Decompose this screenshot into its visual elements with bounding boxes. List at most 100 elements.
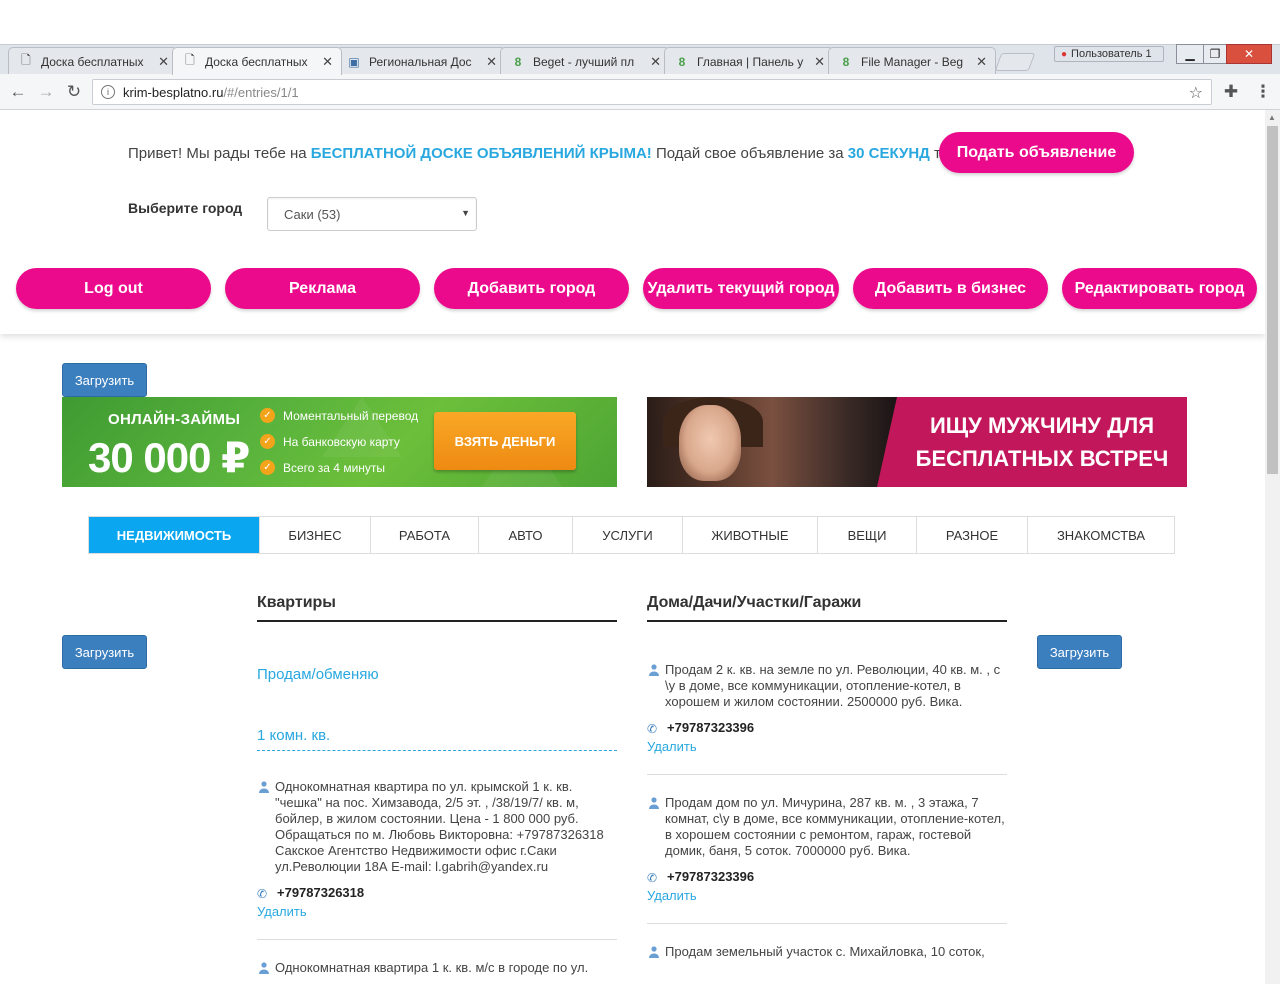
profile-name: Пользователь 1 (1071, 48, 1152, 60)
loan-banner[interactable]: ОНЛАЙН-ЗАЙМЫ 30 000 ₽ ✓ Моментальный пер… (62, 397, 617, 487)
page-icon: 🗋 (185, 53, 195, 67)
window-close-button[interactable]: ✕ (1226, 44, 1272, 64)
edit-city-button[interactable]: Редактировать город (1062, 268, 1257, 309)
loan-cta-button[interactable]: ВЗЯТЬ ДЕНЬГИ (434, 412, 576, 470)
scroll-up-icon[interactable]: ▲ (1268, 113, 1276, 122)
upload-right-button[interactable]: Загрузить (1037, 635, 1122, 669)
loan-feature: ✓ Моментальный перевод (260, 408, 418, 423)
list-item: Однокомнатная квартира по ул. крымской 1… (257, 779, 617, 875)
loan-amount: 30 000 ₽ (88, 434, 250, 481)
close-icon[interactable]: ✕ (322, 54, 333, 70)
add-city-button[interactable]: Добавить город (434, 268, 629, 309)
new-tab-button[interactable] (994, 53, 1036, 71)
scrollbar-thumb[interactable] (1267, 126, 1278, 474)
entry-text: Продам 2 к. кв. на земле по ул. Революци… (665, 662, 1001, 709)
close-icon[interactable]: ✕ (976, 54, 987, 70)
page-scrollbar[interactable]: ▲ (1265, 110, 1280, 984)
tab-business[interactable]: БИЗНЕС (260, 517, 371, 553)
photo-face (679, 405, 741, 481)
maximize-button[interactable]: ❐ (1203, 44, 1227, 64)
loan-feature: ✓ На банковскую карту (260, 434, 400, 449)
tab-real-estate[interactable]: НЕДВИЖИМОСТЬ (89, 517, 260, 553)
entry-phone: ✆ +79787323396 (647, 720, 1007, 736)
upload-banner-button[interactable]: Загрузить (62, 363, 147, 397)
tab-services[interactable]: УСЛУГИ (573, 517, 683, 553)
tab-auto[interactable]: АВТО (479, 517, 573, 553)
browser-tab-6[interactable]: 8 File Manager - Beg ✕ (828, 47, 996, 75)
url-input[interactable]: i krim-besplatno.ru /#/entries/1/1 ☆ (92, 79, 1212, 105)
city-select-value: Саки (53) (284, 206, 341, 222)
list-item: Продам 2 к. кв. на земле по ул. Революци… (647, 662, 1007, 710)
address-bar: ← → ↻ i krim-besplatno.ru /#/entries/1/1… (0, 74, 1280, 110)
forward-icon[interactable]: → (36, 82, 56, 102)
houses-column: Дома/Дачи/Участки/Гаражи Продам 2 к. кв.… (647, 594, 1007, 960)
dating-line-2: БЕСПЛАТНЫХ ВСТРЕЧ (915, 446, 1169, 471)
list-item: Однокомнатная квартира 1 к. кв. м/с в го… (257, 960, 617, 976)
user-icon (259, 781, 269, 793)
add-to-business-button[interactable]: Добавить в бизнес (853, 268, 1048, 309)
subcategory-link[interactable]: 1 комн. кв. (257, 727, 617, 751)
tab-animals[interactable]: ЖИВОТНЫЕ (683, 517, 818, 553)
loan-feature: ✓ Всего за 4 минуты (260, 460, 385, 475)
close-icon[interactable]: ✕ (650, 54, 661, 70)
tab-dating[interactable]: ЗНАКОМСТВА (1028, 517, 1174, 553)
delete-link[interactable]: Удалить (257, 904, 617, 919)
browser-tab-3[interactable]: ▣ Региональная Дос ✕ (336, 47, 506, 75)
phone-icon: ✆ (257, 886, 268, 901)
delete-link[interactable]: Удалить (647, 739, 1007, 754)
subcategory-link[interactable]: Продам/обменяю (257, 666, 617, 683)
loan-title: ОНЛАЙН-ЗАЙМЫ (108, 411, 241, 428)
city-select[interactable]: Саки (53) ▼ (267, 197, 477, 231)
close-icon[interactable]: ✕ (814, 54, 825, 70)
dating-text: ИЩУ МУЖЧИНУ ДЛЯ БЕСПЛАТНЫХ ВСТРЕЧ (907, 409, 1177, 475)
phone-number: +79787326318 (277, 885, 365, 900)
user-icon: ● (1061, 48, 1068, 60)
browser-tab-1[interactable]: 🗋 Доска бесплатных ✕ (8, 47, 178, 75)
browser-tab-2[interactable]: 🗋 Доска бесплатных ✕ (172, 47, 342, 75)
back-icon[interactable]: ← (8, 82, 28, 102)
phone-number: +79787323396 (667, 869, 755, 884)
delete-link[interactable]: Удалить (647, 888, 1007, 903)
beget-icon: 8 (842, 54, 850, 69)
tab-things[interactable]: ВЕЩИ (818, 517, 917, 553)
browser-tab-5[interactable]: 8 Главная | Панель у ✕ (664, 47, 834, 75)
close-icon[interactable]: ✕ (486, 54, 497, 70)
tab-title: Доска бесплатных (41, 54, 144, 69)
minimize-button[interactable]: ▁ (1176, 44, 1204, 64)
url-path: /#/entries/1/1 (223, 84, 299, 100)
tab-title: Доска бесплатных (205, 54, 308, 69)
submit-ad-button[interactable]: Подать объявление (939, 132, 1134, 173)
ads-button[interactable]: Реклама (225, 268, 420, 309)
extension-puzzle-icon[interactable]: ✚ (1221, 82, 1241, 102)
user-icon (649, 664, 659, 676)
tab-work[interactable]: РАБОТА (371, 517, 479, 553)
close-icon[interactable]: ✕ (158, 54, 169, 70)
page-viewport: Привет! Мы рады тебе на БЕСПЛАТНОЙ ДОСКЕ… (0, 110, 1265, 984)
menu-kebab-icon[interactable]: ⋮ (1253, 82, 1273, 102)
list-item: Продам дом по ул. Мичурина, 287 кв. м. ,… (647, 795, 1007, 859)
entry-text: Продам дом по ул. Мичурина, 287 кв. м. ,… (665, 795, 1005, 858)
greeting-pre: Привет! Мы рады тебе на (128, 145, 311, 162)
column-title: Дома/Дачи/Участки/Гаражи (647, 594, 1007, 622)
entry-text: Продам земельный участок с. Михайловка, … (665, 944, 985, 959)
divider (647, 923, 1007, 924)
woman-photo (647, 397, 897, 487)
tab-misc[interactable]: РАЗНОЕ (917, 517, 1028, 553)
logout-button[interactable]: Log out (16, 268, 211, 309)
reload-icon[interactable]: ↻ (64, 82, 84, 102)
phone-number: +79787323396 (667, 720, 755, 735)
list-item: Продам земельный участок с. Михайловка, … (647, 944, 1007, 960)
info-icon[interactable]: i (101, 85, 115, 99)
check-icon: ✓ (260, 408, 275, 423)
upload-left-button[interactable]: Загрузить (62, 635, 147, 669)
dating-banner[interactable]: ИЩУ МУЖЧИНУ ДЛЯ БЕСПЛАТНЫХ ВСТРЕЧ (647, 397, 1187, 487)
delete-city-button[interactable]: Удалить текущий город (643, 268, 839, 309)
divider (647, 774, 1007, 775)
browser-tab-4[interactable]: 8 Beget - лучший пл ✕ (500, 47, 670, 75)
loan-feature-text: На банковскую карту (283, 434, 400, 449)
bookmark-star-icon[interactable]: ☆ (1189, 83, 1203, 103)
profile-badge[interactable]: ● Пользователь 1 (1054, 46, 1164, 62)
greeting-highlight-time: 30 СЕКУНД (847, 145, 930, 162)
site-header: Привет! Мы рады тебе на БЕСПЛАТНОЙ ДОСКЕ… (0, 110, 1265, 334)
check-icon: ✓ (260, 460, 275, 475)
